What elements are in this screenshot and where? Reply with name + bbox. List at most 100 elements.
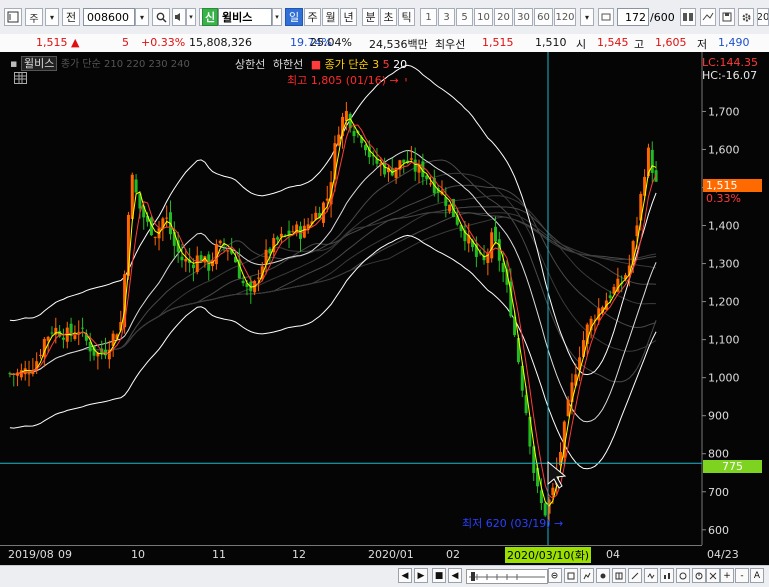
candle-body: [73, 335, 77, 339]
chart-legend: ▪ 윌비스 종가 단순 210 220 230 240: [10, 56, 190, 71]
min-price-label: 최저 620 (03/19) →: [462, 517, 564, 530]
period-tick-tab[interactable]: 틱: [398, 8, 415, 26]
table-icon[interactable]: [14, 72, 27, 84]
speaker-icon[interactable]: [172, 8, 186, 26]
interval-5[interactable]: 5: [456, 8, 473, 26]
cut-off-button[interactable]: 20: [757, 8, 769, 26]
current-price: 1,515: [36, 36, 68, 49]
interval-30[interactable]: 30: [514, 8, 533, 26]
long-ma-line: [9, 206, 657, 375]
zoom-minus-icon[interactable]: [548, 568, 562, 583]
open-price: 1,545: [597, 36, 629, 49]
hline-price-tag: 775: [703, 460, 762, 473]
interval-3[interactable]: 3: [438, 8, 455, 26]
credit-badge: 신: [202, 8, 218, 26]
name-dropdown-icon[interactable]: ▾: [272, 8, 282, 26]
high-label: 고: [634, 38, 645, 51]
candle-body: [256, 277, 260, 279]
lc-label: LC:144.35: [702, 56, 759, 69]
auto-fit-button[interactable]: A: [750, 568, 764, 583]
layout-icon[interactable]: [680, 8, 696, 26]
market-button[interactable]: 주: [25, 8, 43, 26]
interval-setting-icon[interactable]: [598, 8, 614, 26]
volume: 15,808,326: [189, 36, 252, 49]
candle-body: [279, 233, 283, 237]
save-icon[interactable]: [719, 8, 735, 26]
price-change: 5: [122, 36, 129, 49]
cursor-mode-icon[interactable]: [564, 568, 578, 583]
candle-body: [191, 264, 195, 269]
best-ask-price: 1,515: [482, 36, 514, 49]
price-chart[interactable]: 600 700 800 900 1,000 1,100 1,200 1,300 1,400 1,5…: [0, 52, 769, 565]
data-count-input[interactable]: 172: [617, 8, 649, 26]
y-tick-label: 1,000: [708, 372, 740, 385]
period-week-tab[interactable]: 주: [304, 8, 321, 26]
ratio-pct: 25.04%: [310, 36, 352, 49]
candle-body: [180, 256, 184, 261]
candle-body: [50, 332, 54, 334]
interval-10[interactable]: 10: [474, 8, 493, 26]
candle-body: [195, 255, 199, 273]
interval-dropdown-icon[interactable]: ▾: [580, 8, 594, 26]
line-tool-icon[interactable]: [700, 8, 716, 26]
candle-body: [226, 250, 230, 252]
scroll-right-button[interactable]: ▶: [414, 568, 428, 583]
period-minute-tab[interactable]: 분: [362, 8, 379, 26]
reset-icon[interactable]: [692, 568, 706, 583]
stock-tag[interactable]: 윌비스: [20, 56, 58, 71]
draw-icon[interactable]: [628, 568, 642, 583]
period-month-tab[interactable]: 월: [322, 8, 339, 26]
stop-button[interactable]: ■: [432, 568, 446, 583]
zoom-in-button[interactable]: +: [720, 568, 734, 583]
candle-body: [46, 336, 50, 341]
chart-type-icon[interactable]: [4, 8, 22, 26]
interval-1[interactable]: 1: [420, 8, 437, 26]
market-dropdown-icon[interactable]: ▾: [45, 8, 59, 26]
pattern-icon[interactable]: [676, 568, 690, 583]
step-back-button[interactable]: ◀: [448, 568, 462, 583]
speaker-dropdown-icon[interactable]: ▾: [186, 8, 196, 26]
y-tick-label: 1,400: [708, 220, 740, 233]
period-second-tab[interactable]: 초: [380, 8, 397, 26]
zoom-out-button[interactable]: -: [735, 568, 749, 583]
candle-body: [337, 134, 341, 146]
y-tick-label: 700: [708, 486, 729, 499]
x-axis: 2019/08 09 10 11 12 2020/01 02 2020/03/1…: [0, 545, 739, 566]
close-x-icon[interactable]: [706, 568, 720, 583]
crosshair-date-tag: 2020/03/10(화): [505, 547, 592, 563]
x-label-11: 11: [212, 548, 226, 561]
scroll-left-button[interactable]: ◀: [398, 568, 412, 583]
marker-icon[interactable]: [596, 568, 610, 583]
gear-icon[interactable]: [738, 8, 754, 26]
wave-icon[interactable]: [644, 568, 658, 583]
ma5-label: 5: [382, 58, 390, 71]
period-year-tab[interactable]: 년: [340, 8, 357, 26]
interval-20[interactable]: 20: [494, 8, 513, 26]
zoom-slider[interactable]: [466, 569, 548, 584]
quote-bar: 1,515 ▲ 5 +0.33% 15,808,326 19.74% 25.04…: [0, 34, 769, 53]
low-label: 저: [697, 38, 708, 51]
stock-code-input[interactable]: 008600: [83, 8, 135, 26]
change-pct-tag: 0.33%: [706, 192, 741, 205]
prev-button[interactable]: 전: [62, 8, 80, 26]
stock-name-field[interactable]: 윌비스: [218, 8, 272, 26]
x-label-2020-01: 2020/01: [368, 548, 414, 561]
chart-mode-icon[interactable]: [580, 568, 594, 583]
period-day-tab[interactable]: 일: [285, 8, 303, 26]
candle-body: [566, 399, 570, 417]
y-tick-label: 1,200: [708, 296, 740, 309]
candle-body: [551, 487, 555, 496]
compare-icon[interactable]: [660, 568, 674, 583]
code-dropdown-icon[interactable]: ▾: [135, 8, 149, 26]
up-arrow-icon: ▲: [71, 36, 80, 49]
grid-icon[interactable]: [612, 568, 626, 583]
best-bid-price: 1,510: [535, 36, 567, 49]
long-ma-line: [9, 172, 657, 375]
candle-body: [490, 232, 494, 259]
interval-120[interactable]: 120: [554, 8, 576, 26]
candle-body: [501, 263, 505, 273]
candle-body: [214, 244, 218, 265]
search-icon[interactable]: [152, 8, 170, 26]
current-price-tag: 1,515: [703, 179, 762, 192]
interval-60[interactable]: 60: [534, 8, 553, 26]
